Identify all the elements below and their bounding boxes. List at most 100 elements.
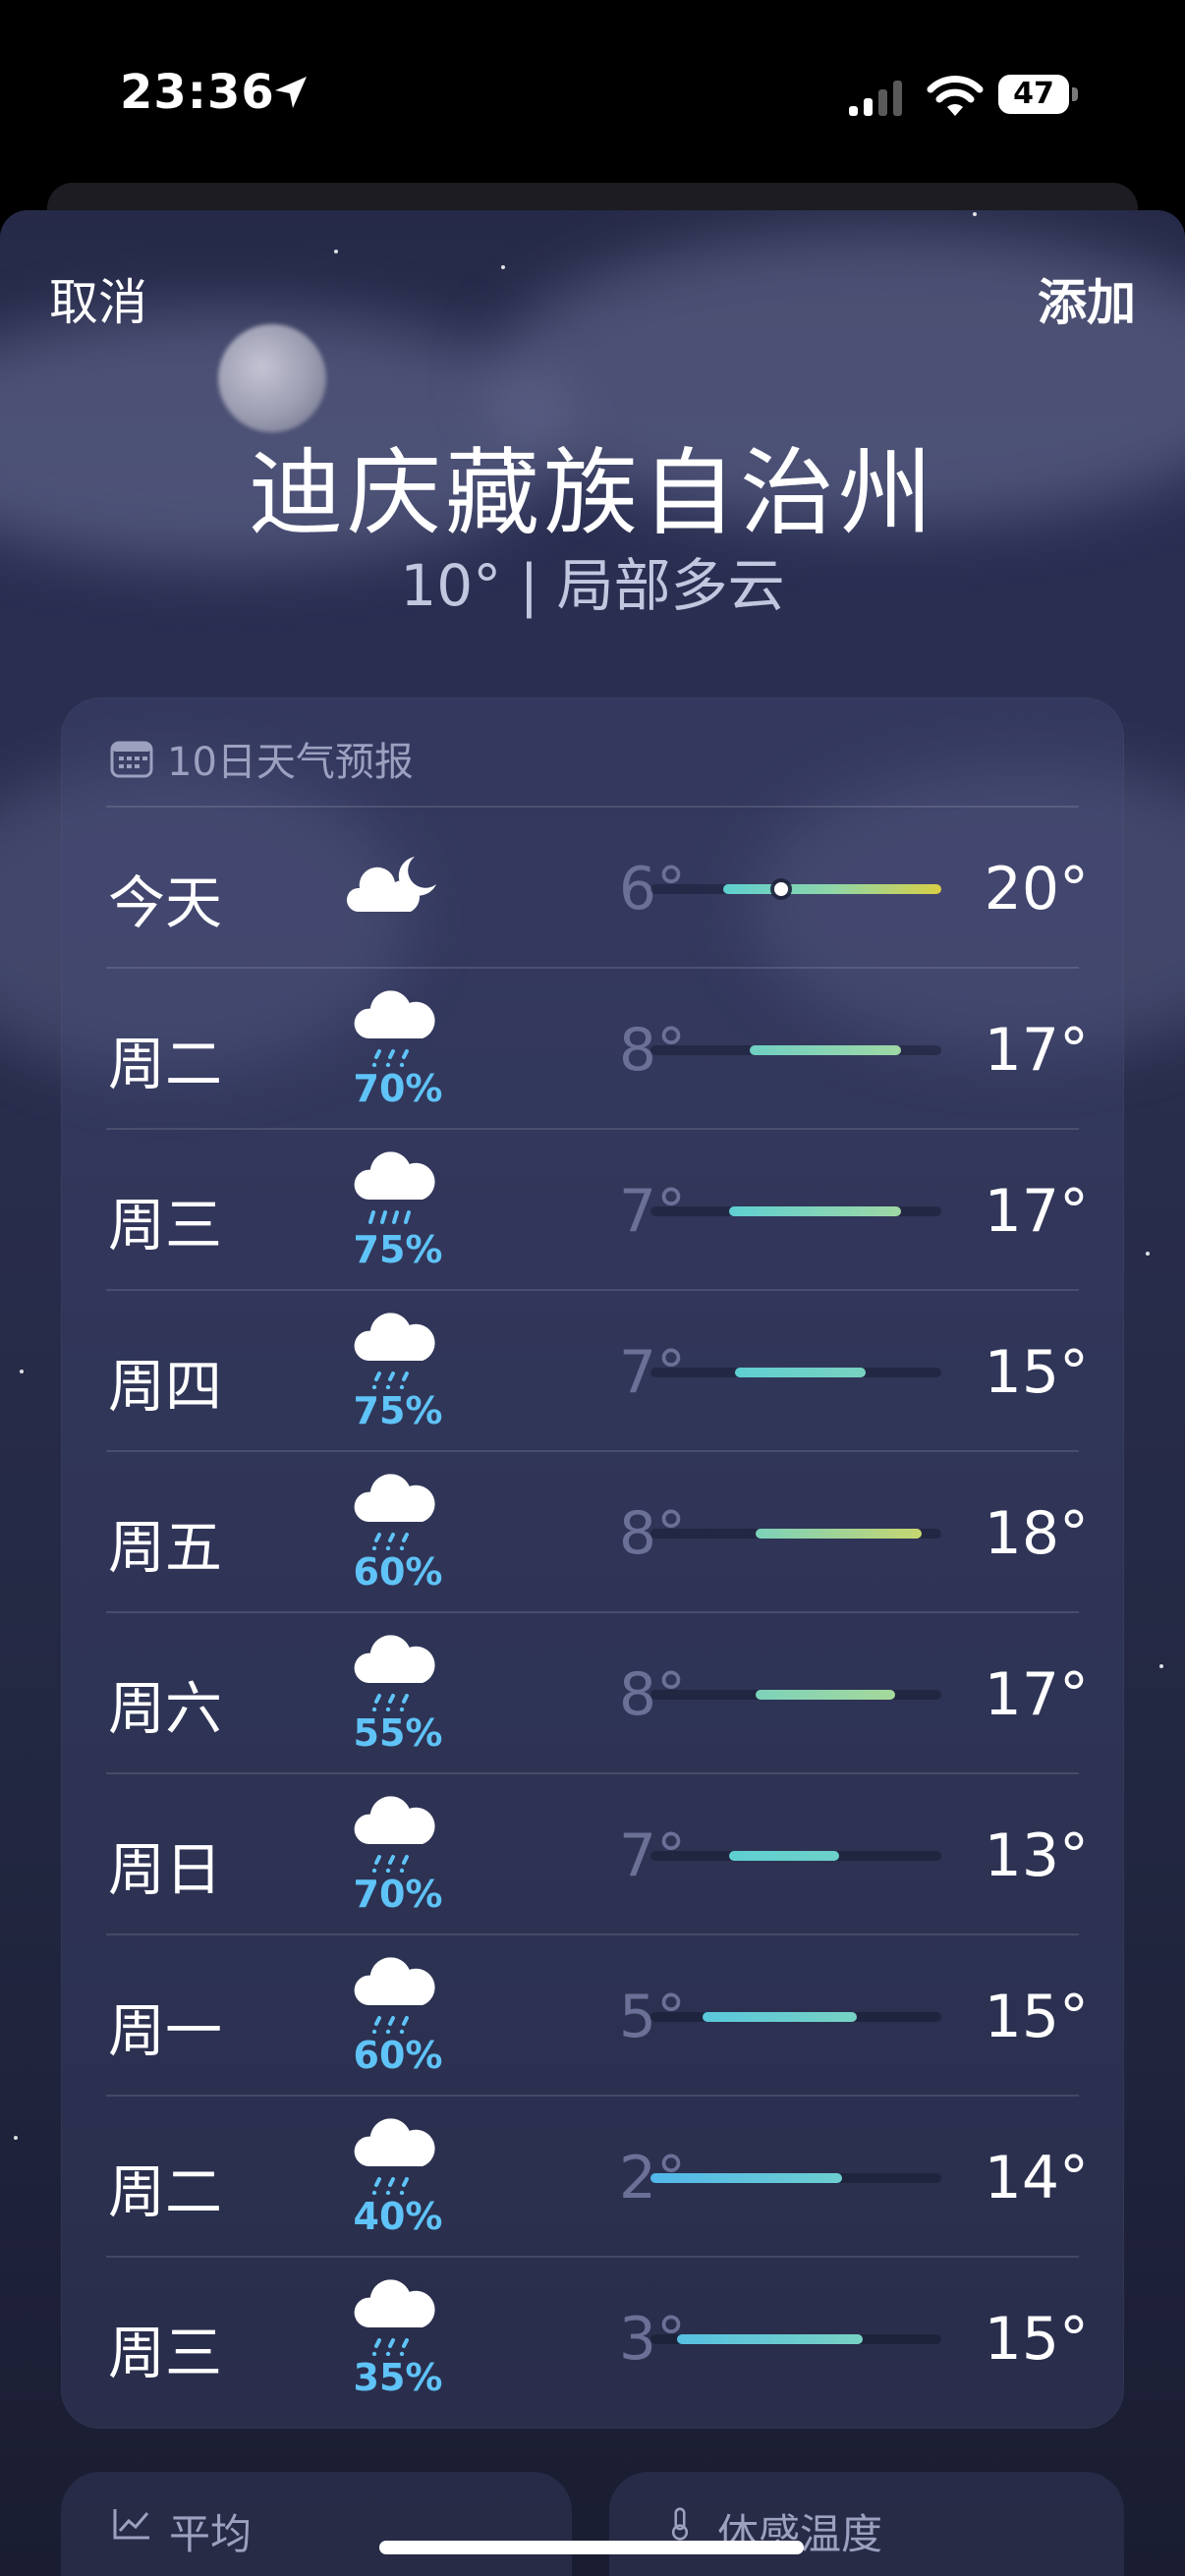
temp-range-track bbox=[650, 1690, 941, 1700]
row-divider bbox=[106, 1772, 1079, 1774]
forecast-day: 周三 bbox=[108, 2320, 223, 2386]
home-indicator bbox=[379, 2541, 804, 2554]
precip-chance: 70% bbox=[353, 1873, 443, 1916]
temp-range-track bbox=[650, 1851, 941, 1861]
rain-cloud-icon bbox=[354, 1474, 435, 1550]
temp-range-track bbox=[650, 2012, 941, 2022]
forecast-title: 10日天气预报 bbox=[167, 740, 414, 785]
star-decoration bbox=[973, 212, 977, 216]
temp-range-track bbox=[650, 882, 941, 896]
forecast-day: 周三 bbox=[108, 1192, 223, 1259]
high-temp: 20° bbox=[984, 855, 1089, 924]
status-bar: 23:36 47 bbox=[0, 0, 1185, 196]
precip-chance: 60% bbox=[353, 2034, 443, 2077]
temp-range-track bbox=[650, 1206, 941, 1216]
high-temp: 15° bbox=[984, 2305, 1089, 2374]
temp-range-bar bbox=[756, 1690, 895, 1700]
status-time: 23:36 bbox=[120, 65, 275, 120]
high-temp: 15° bbox=[984, 1983, 1089, 2051]
star-decoration bbox=[20, 1370, 24, 1373]
add-button[interactable]: 添加 bbox=[1038, 263, 1136, 334]
location-arrow-icon bbox=[275, 77, 307, 108]
temp-range-track bbox=[650, 2334, 941, 2344]
high-temp: 13° bbox=[984, 1821, 1089, 1890]
high-temp: 17° bbox=[984, 1660, 1089, 1729]
ten-day-forecast-card: 10日天气预报 今天 6° 20° 周二 70% 8° 17° 周三 75% 7° 17° 周四 75%… bbox=[61, 698, 1124, 2429]
high-temp: 18° bbox=[984, 1499, 1089, 1568]
wifi-icon bbox=[927, 76, 984, 116]
row-divider bbox=[106, 1289, 1079, 1291]
temp-range-bar bbox=[756, 1529, 922, 1539]
forecast-header: 10日天气预报 bbox=[110, 729, 414, 788]
forecast-day: 周六 bbox=[108, 1675, 223, 1742]
forecast-day: 周五 bbox=[108, 1514, 223, 1581]
temp-range-bar bbox=[723, 884, 941, 894]
cancel-button[interactable]: 取消 bbox=[49, 263, 147, 334]
forecast-row: 周二 40% 2° 14° bbox=[61, 2095, 1124, 2256]
forecast-day: 周二 bbox=[108, 2158, 223, 2225]
high-temp: 14° bbox=[984, 2144, 1089, 2212]
temp-range-track bbox=[650, 1529, 941, 1539]
heavy-rain-cloud-icon bbox=[354, 1151, 435, 1224]
forecast-row: 周四 75% 7° 15° bbox=[61, 1289, 1124, 1450]
current-conditions: 10° | 局部多云 bbox=[400, 552, 785, 619]
rain-cloud-icon bbox=[354, 2118, 435, 2195]
forecast-row: 周日 70% 7° 13° bbox=[61, 1772, 1124, 1933]
feels-like-tile[interactable]: 体感温度 bbox=[609, 2472, 1124, 2576]
forecast-day: 周日 bbox=[108, 1836, 223, 1903]
row-divider bbox=[106, 806, 1079, 808]
battery-level: 47 bbox=[998, 75, 1069, 114]
forecast-day: 周四 bbox=[108, 1353, 223, 1420]
current-temp-marker bbox=[774, 882, 788, 896]
calendar-icon bbox=[110, 741, 153, 778]
row-divider bbox=[106, 967, 1079, 969]
high-temp: 15° bbox=[984, 1338, 1089, 1407]
forecast-row: 周二 70% 8° 17° bbox=[61, 967, 1124, 1128]
forecast-row: 周三 75% 7° 17° bbox=[61, 1128, 1124, 1289]
star-decoration bbox=[334, 250, 338, 253]
temp-range-bar bbox=[677, 2334, 863, 2344]
precip-chance: 75% bbox=[353, 1389, 443, 1432]
high-temp: 17° bbox=[984, 1016, 1089, 1085]
row-divider bbox=[106, 2095, 1079, 2097]
chart-line-icon bbox=[113, 2509, 149, 2540]
forecast-day: 周二 bbox=[108, 1031, 223, 1097]
forecast-day: 周一 bbox=[108, 1997, 223, 2064]
average-tile[interactable]: 平均 bbox=[61, 2472, 572, 2576]
row-divider bbox=[106, 1128, 1079, 1130]
cellular-signal-icon bbox=[849, 81, 902, 116]
rain-cloud-icon bbox=[354, 990, 435, 1067]
precip-chance: 40% bbox=[353, 2195, 443, 2238]
temp-range-bar bbox=[735, 1368, 866, 1377]
row-divider bbox=[106, 2256, 1079, 2258]
precip-chance: 35% bbox=[353, 2356, 443, 2399]
temp-range-track bbox=[650, 1368, 941, 1377]
star-decoration bbox=[501, 265, 505, 269]
battery-icon: 47 bbox=[998, 75, 1079, 116]
star-decoration bbox=[1146, 1252, 1150, 1256]
star-decoration bbox=[14, 2136, 18, 2140]
star-decoration bbox=[1159, 1664, 1163, 1668]
temp-range-track bbox=[650, 1045, 941, 1055]
high-temp: 17° bbox=[984, 1177, 1089, 1246]
temp-range-bar bbox=[750, 1045, 901, 1055]
row-divider bbox=[106, 1611, 1079, 1613]
forecast-row: 周六 55% 8° 17° bbox=[61, 1611, 1124, 1772]
rain-cloud-icon bbox=[354, 1313, 435, 1389]
precip-chance: 55% bbox=[353, 1711, 443, 1755]
precip-chance: 75% bbox=[353, 1228, 443, 1271]
rain-cloud-icon bbox=[354, 1796, 435, 1873]
forecast-day: 今天 bbox=[108, 869, 223, 936]
forecast-row: 周三 35% 3° 15° bbox=[61, 2256, 1124, 2417]
rain-cloud-icon bbox=[354, 1635, 435, 1711]
temp-range-bar bbox=[703, 2012, 857, 2022]
battery-cap bbox=[1072, 87, 1078, 101]
thermometer-icon bbox=[671, 2507, 689, 2541]
rain-cloud-icon bbox=[354, 2279, 435, 2356]
forecast-row: 周一 60% 5° 15° bbox=[61, 1933, 1124, 2095]
rain-cloud-icon bbox=[354, 1957, 435, 2034]
temp-range-bar bbox=[729, 1851, 839, 1861]
temp-range-track bbox=[650, 2173, 941, 2183]
row-divider bbox=[106, 1450, 1079, 1452]
precip-chance: 70% bbox=[353, 1067, 443, 1110]
